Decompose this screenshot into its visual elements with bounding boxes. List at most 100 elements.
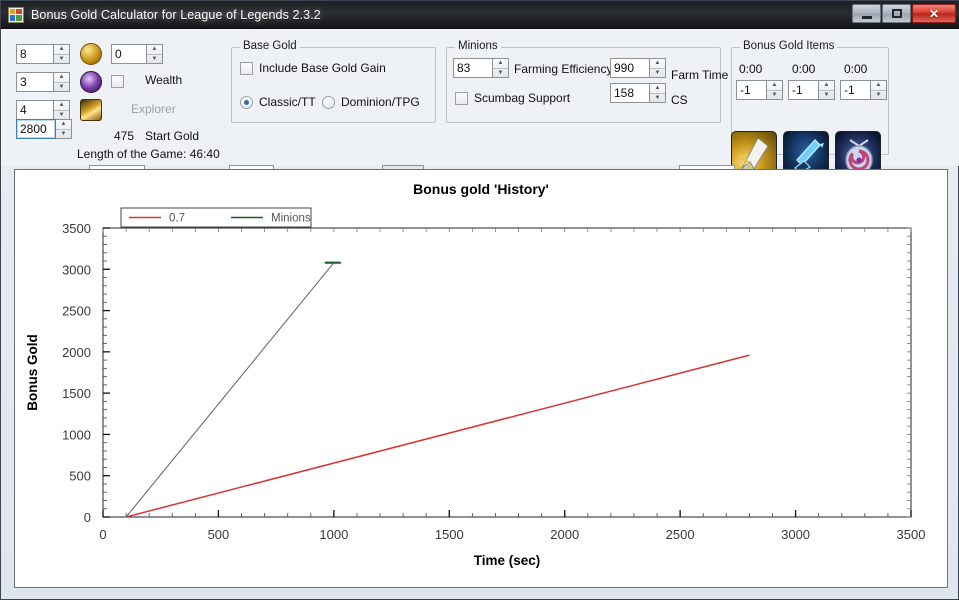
x-axis-label: Time (sec): [474, 553, 541, 568]
legend-label-Minions: Minions: [271, 213, 311, 225]
item-1-spin-buttons[interactable]: ▲ ▼: [767, 80, 783, 100]
item-3-input[interactable]: [840, 80, 871, 100]
controls-panel: ▲▼ ▲▼ Wealth ▲▼ Explorer ▲▼ 475 Start Go…: [1, 29, 959, 185]
cs-spin-buttons[interactable]: ▲ ▼: [650, 83, 666, 103]
window-controls: ✕: [852, 4, 956, 23]
spin-up-icon[interactable]: ▲: [871, 81, 886, 91]
item-1-stepper[interactable]: ▲▼: [736, 80, 783, 100]
spin-down-icon[interactable]: ▼: [650, 69, 665, 78]
window-title: Bonus Gold Calculator for League of Lege…: [31, 7, 321, 22]
spin-down-icon[interactable]: ▼: [871, 91, 886, 100]
spin-down-icon[interactable]: ▼: [54, 55, 69, 64]
item-1-input[interactable]: [736, 80, 767, 100]
item-timer-2: 0:00: [792, 62, 816, 76]
explorer-label: Explorer: [131, 102, 176, 116]
spin-up-icon[interactable]: ▲: [54, 73, 69, 83]
spin-down-icon[interactable]: ▼: [819, 91, 834, 100]
title-bar: Bonus Gold Calculator for League of Lege…: [1, 1, 959, 29]
spin-up-icon[interactable]: ▲: [650, 59, 665, 69]
cs-input[interactable]: [610, 83, 650, 103]
game-length-label: Length of the Game: 46:40: [77, 147, 220, 161]
close-button[interactable]: ✕: [912, 4, 956, 23]
spin-up-icon[interactable]: ▲: [767, 81, 782, 91]
series-line-0.7: [125, 354, 750, 518]
game-length-stepper[interactable]: ▲▼: [16, 119, 72, 139]
spin-up-icon[interactable]: ▲: [147, 45, 162, 55]
item-2-spin-buttons[interactable]: ▲ ▼: [819, 80, 835, 100]
maximize-button[interactable]: [882, 4, 911, 23]
y-tick-label: 0: [84, 510, 91, 525]
minimize-button[interactable]: [852, 4, 881, 23]
explorer-rank-stepper[interactable]: ▲▼: [16, 72, 70, 92]
farming-efficiency-stepper[interactable]: ▲▼: [453, 58, 509, 78]
series-line-Minions: [125, 262, 335, 518]
game-length-input[interactable]: [16, 119, 56, 139]
spin-up-icon[interactable]: ▲: [54, 101, 69, 111]
spin-up-icon[interactable]: ▲: [650, 84, 665, 94]
cs-stepper[interactable]: ▲▼: [610, 83, 666, 103]
wealth-value-input[interactable]: [111, 44, 147, 64]
wealth-value-stepper[interactable]: ▲▼: [111, 44, 163, 64]
radio-dominion-tpg-label: Dominion/TPG: [341, 95, 420, 109]
scumbag-support-label: Scumbag Support: [474, 91, 571, 105]
scumbag-support-checkbox[interactable]: [455, 92, 468, 105]
explorer-mastery-icon[interactable]: [80, 71, 102, 93]
wealth-rank-spin-buttons[interactable]: ▲ ▼: [54, 44, 70, 64]
spin-up-icon[interactable]: ▲: [54, 45, 69, 55]
include-base-gold-checkbox[interactable]: [240, 62, 253, 75]
wealth-value-spin-buttons[interactable]: ▲ ▼: [147, 44, 163, 64]
item-2-stepper[interactable]: ▲▼: [788, 80, 835, 100]
explorer-rank-spin-buttons[interactable]: ▲ ▼: [54, 72, 70, 92]
farming-efficiency-label: Farming Efficiency: [514, 62, 613, 76]
close-icon: ✕: [928, 6, 940, 21]
farming-efficiency-input[interactable]: [453, 58, 493, 78]
minions-group: Minions ▲▼ Farming Efficiency ▲▼ Farm Ti…: [446, 40, 728, 123]
game-length-spin-buttons[interactable]: ▲ ▼: [56, 119, 72, 139]
spin-down-icon[interactable]: ▼: [54, 111, 69, 120]
y-tick-label: 3000: [62, 262, 91, 277]
spin-up-icon[interactable]: ▲: [819, 81, 834, 91]
spin-down-icon[interactable]: ▼: [56, 130, 71, 139]
farming-efficiency-spin-buttons[interactable]: ▲ ▼: [493, 58, 509, 78]
spin-up-icon[interactable]: ▲: [493, 59, 508, 69]
bonus-gold-history-chart[interactable]: 0 500 1000 1500 2000 2500 3000 3500 0 500 1000 1500…: [15, 170, 949, 589]
farm-time-stepper[interactable]: ▲▼: [610, 58, 666, 78]
wealth-rank-input[interactable]: [16, 44, 54, 64]
y-tick-label: 2500: [62, 304, 91, 319]
explorer-checkbox[interactable]: [111, 75, 124, 88]
spin-up-icon[interactable]: ▲: [56, 120, 71, 130]
base-gold-group: Base Gold Include Base Gold Gain Classic…: [231, 40, 436, 123]
spin-down-icon[interactable]: ▼: [493, 69, 508, 78]
x-tick-label: 2500: [666, 527, 695, 542]
spin-down-icon[interactable]: ▼: [650, 94, 665, 103]
explorer-rank-input[interactable]: [16, 72, 54, 92]
item-2-input[interactable]: [788, 80, 819, 100]
maximize-icon: [891, 9, 902, 18]
spin-down-icon[interactable]: ▼: [767, 91, 782, 100]
bonus-gold-items-group-title: Bonus Gold Items: [740, 40, 838, 52]
y-tick-label: 1000: [62, 427, 91, 442]
application-window: Bonus Gold Calculator for League of Lege…: [0, 0, 959, 600]
start-gold-label: Start Gold: [145, 129, 200, 143]
wealth-rank-stepper[interactable]: ▲▼: [16, 44, 70, 64]
start-gold-rank-stepper[interactable]: ▲▼: [16, 100, 70, 120]
wealth-mastery-icon[interactable]: [80, 43, 102, 65]
spin-down-icon[interactable]: ▼: [54, 83, 69, 92]
app-icon: [8, 6, 24, 23]
base-gold-group-title: Base Gold: [240, 40, 300, 52]
item-3-stepper[interactable]: ▲▼: [840, 80, 887, 100]
start-gold-value: 475: [114, 129, 135, 143]
minions-group-title: Minions: [455, 40, 501, 52]
radio-classic-tt[interactable]: [240, 96, 253, 109]
x-tick-label: 1500: [435, 527, 464, 542]
radio-dominion-tpg[interactable]: [322, 96, 335, 109]
start-gold-rank-spin-buttons[interactable]: ▲ ▼: [54, 100, 70, 120]
farm-time-input[interactable]: [610, 58, 650, 78]
farm-time-spin-buttons[interactable]: ▲ ▼: [650, 58, 666, 78]
wealth-label: Wealth: [145, 73, 183, 87]
item-3-spin-buttons[interactable]: ▲ ▼: [871, 80, 887, 100]
spin-down-icon[interactable]: ▼: [147, 55, 162, 64]
start-gold-rank-input[interactable]: [16, 100, 54, 120]
gold-pile-icon[interactable]: [80, 99, 102, 121]
y-tick-label: 500: [69, 469, 91, 484]
